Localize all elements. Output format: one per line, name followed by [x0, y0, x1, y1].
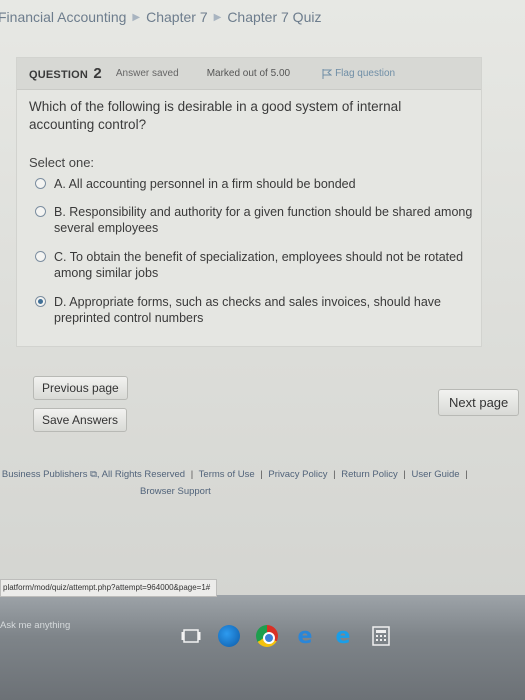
status-bar-url: platform/mod/quiz/attempt.php?attempt=96…	[0, 579, 218, 597]
calculator-icon[interactable]	[370, 625, 392, 647]
answer-options: A. All accounting personnel in a firm sh…	[35, 176, 475, 339]
privacy-link[interactable]: Privacy Policy	[268, 469, 327, 480]
footer-links: e Business Publishers ⧉, All Rights Rese…	[0, 468, 525, 482]
external-link-icon: ⧉	[90, 469, 97, 480]
next-page-button[interactable]: Next page	[438, 389, 520, 416]
question-number: 2	[93, 65, 102, 82]
taskbar-icons: e e	[180, 624, 392, 649]
flag-icon	[322, 68, 333, 79]
option-label: D. Appropriate forms, such as checks and…	[54, 295, 442, 325]
edge-icon[interactable]: e	[294, 624, 316, 649]
user-guide-link[interactable]: User Guide	[412, 469, 460, 480]
answer-status: Answer saved	[115, 68, 179, 79]
save-answers-button[interactable]: Save Answers	[33, 408, 128, 432]
breadcrumb-course[interactable]: Financial Accounting	[0, 9, 126, 25]
question-marks: Marked out of 5.00	[206, 68, 291, 79]
radio-button[interactable]	[35, 251, 46, 262]
return-policy-link[interactable]: Return Policy	[341, 469, 398, 480]
app-icon[interactable]	[218, 625, 240, 647]
windows-taskbar	[0, 595, 525, 700]
flag-question-link[interactable]: Flag question	[322, 68, 395, 79]
question-label: QUESTION	[29, 69, 89, 81]
internet-explorer-icon[interactable]: e	[332, 624, 354, 649]
chrome-icon[interactable]	[256, 625, 278, 647]
option-label: A. All accounting personnel in a firm sh…	[54, 177, 356, 191]
option-d[interactable]: D. Appropriate forms, such as checks and…	[35, 294, 475, 326]
page-footer: e Business Publishers ⧉, All Rights Rese…	[0, 468, 525, 499]
terms-link[interactable]: Terms of Use	[199, 469, 255, 480]
radio-button[interactable]	[35, 178, 46, 189]
breadcrumb-separator-icon: ▶	[213, 11, 222, 23]
radio-button[interactable]	[35, 206, 46, 217]
quiz-page: Financial Accounting ▶ Chapter 7 ▶ Chapt…	[0, 0, 525, 595]
rights-text: All Rights Reserved	[101, 469, 186, 480]
option-label: C. To obtain the benefit of specializati…	[54, 250, 464, 280]
taskbar-search-input[interactable]: Ask me anything	[0, 620, 70, 631]
question-header: QUESTION 2 Answer saved Marked out of 5.…	[17, 58, 481, 90]
breadcrumb-quiz[interactable]: Chapter 7 Quiz	[227, 9, 321, 25]
option-a[interactable]: A. All accounting personnel in a firm sh…	[35, 176, 475, 192]
option-c[interactable]: C. To obtain the benefit of specializati…	[35, 249, 475, 281]
option-label: B. Responsibility and authority for a gi…	[54, 205, 473, 235]
previous-page-button[interactable]: Previous page	[33, 376, 128, 400]
radio-button-selected[interactable]	[35, 296, 46, 307]
question-text: Which of the following is desirable in a…	[29, 99, 402, 132]
question-title: QUESTION 2	[29, 65, 102, 82]
breadcrumb: Financial Accounting ▶ Chapter 7 ▶ Chapt…	[0, 6, 321, 28]
option-b[interactable]: B. Responsibility and authority for a gi…	[35, 204, 475, 236]
flag-question-label: Flag question	[335, 68, 396, 79]
task-view-icon[interactable]	[180, 625, 202, 647]
browser-support-link[interactable]: Browser Support	[140, 486, 211, 497]
breadcrumb-chapter[interactable]: Chapter 7	[146, 9, 207, 25]
question-card: QUESTION 2 Answer saved Marked out of 5.…	[16, 57, 482, 347]
publisher-link[interactable]: e Business Publishers	[0, 469, 87, 480]
breadcrumb-separator-icon: ▶	[132, 11, 141, 23]
select-one-label: Select one:	[29, 155, 95, 170]
